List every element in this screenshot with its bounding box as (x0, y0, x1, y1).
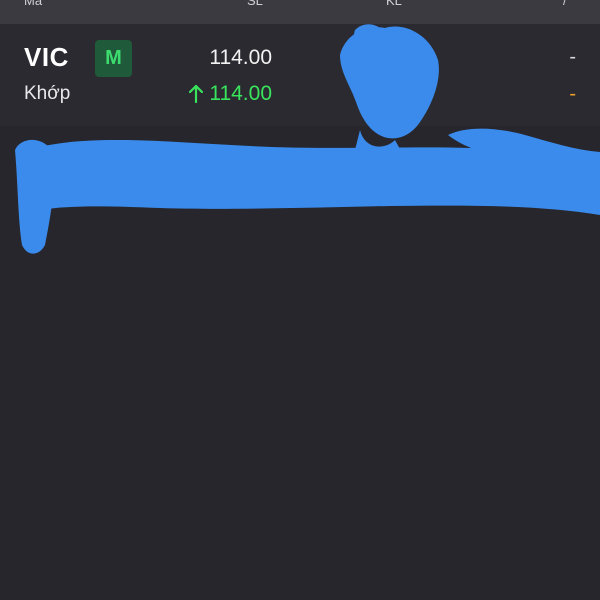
empty-list-area (0, 126, 600, 600)
up-arrow-icon (189, 84, 204, 104)
order-status: Khớp (24, 83, 71, 104)
order-screen: Mã SL KL / VIC M 114.00 Khớp 114.00 - - (0, 0, 600, 600)
table-header: Mã SL KL / (0, 0, 600, 24)
market-badge: M (95, 40, 132, 77)
stock-symbol: VIC (24, 42, 69, 72)
order-price: 114.00 (209, 46, 272, 69)
header-label-volume: KL (386, 0, 402, 8)
right-value-2: - (569, 83, 576, 105)
header-label-quantity: SL (247, 0, 263, 8)
matched-price-value: 114.00 (209, 82, 272, 105)
header-label-symbol: Mã (24, 0, 43, 8)
order-row[interactable]: VIC M 114.00 Khớp 114.00 - - (0, 24, 600, 126)
matched-price: 114.00 (187, 82, 272, 106)
right-value-1: - (569, 46, 576, 68)
header-label-extra: / (563, 0, 567, 8)
